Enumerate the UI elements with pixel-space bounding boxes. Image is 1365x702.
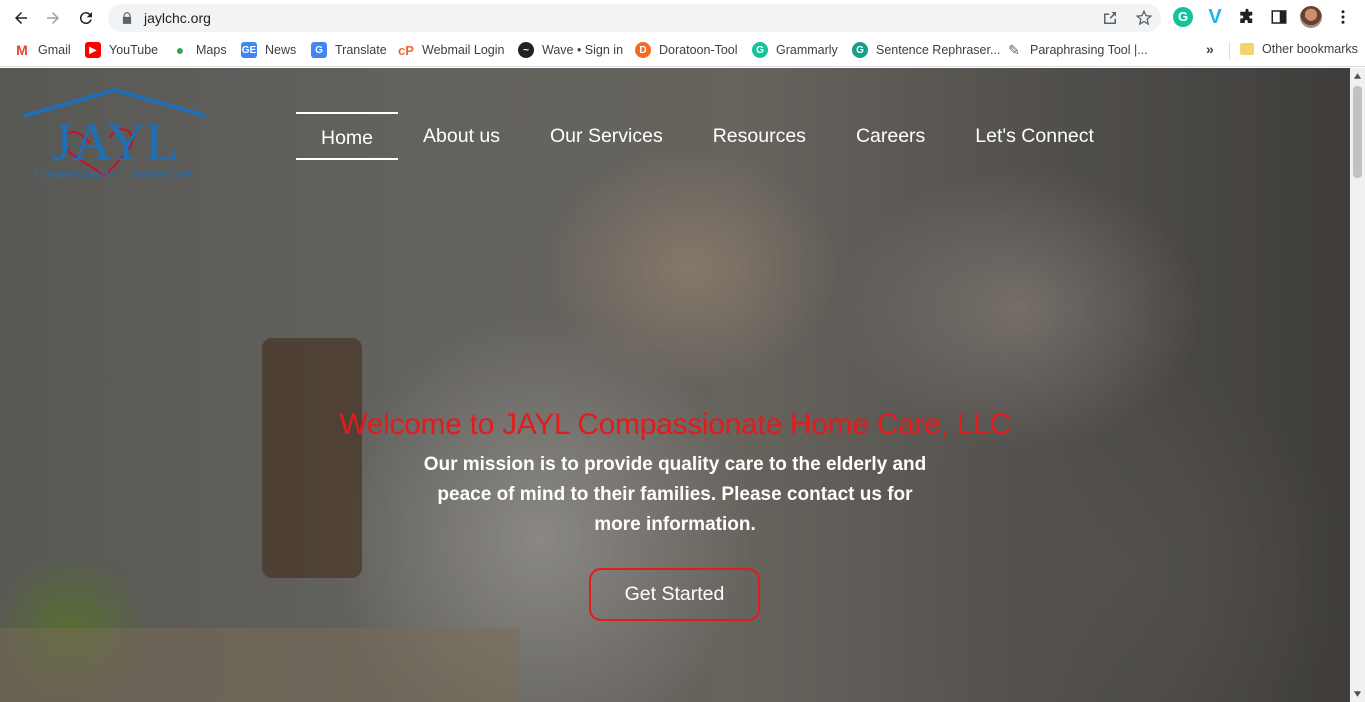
grammarly-extension-icon[interactable]: G: [1172, 6, 1194, 28]
nav-careers[interactable]: Careers: [831, 112, 950, 160]
other-bookmarks-label: Other bookmarks: [1262, 42, 1358, 56]
nav-our-services[interactable]: Our Services: [525, 112, 688, 160]
wave-icon: ~: [518, 42, 534, 58]
nav-lets-connect[interactable]: Let's Connect: [950, 112, 1119, 160]
lock-icon: [122, 12, 132, 24]
hero-content: Welcome to JAYL Compassionate Home Care,…: [0, 408, 1350, 540]
bookmark-label: Paraphrasing Tool |...: [1030, 43, 1148, 57]
bookmark-label: Maps: [196, 43, 227, 57]
bookmark-label: Sentence Rephraser...: [876, 43, 1001, 57]
page-scrollbar[interactable]: [1350, 68, 1365, 702]
bookmark-label: Grammarly: [776, 43, 838, 57]
logo-wordmark: JAYL: [51, 112, 178, 172]
bookmark-wave[interactable]: ~ Wave • Sign in: [518, 42, 623, 58]
bookmark-label: Webmail Login: [422, 43, 505, 57]
hero-section: JAYL Compassionate Home Care Home About …: [0, 68, 1350, 702]
bookmark-gmail[interactable]: M Gmail: [14, 42, 71, 58]
rephraser-icon: G: [852, 42, 868, 58]
more-bookmarks-button[interactable]: »: [1206, 41, 1214, 57]
bookmark-star-icon[interactable]: [1135, 9, 1153, 27]
profile-avatar[interactable]: [1300, 6, 1322, 28]
bookmark-maps[interactable]: ● Maps: [172, 42, 227, 58]
webmail-icon: cP: [398, 42, 414, 58]
bookmark-label: YouTube: [109, 43, 159, 57]
bookmark-news[interactable]: GE News: [241, 42, 296, 58]
side-panel-icon[interactable]: [1268, 6, 1290, 28]
extensions-puzzle-icon[interactable]: [1236, 6, 1258, 28]
get-started-button[interactable]: Get Started: [589, 568, 760, 621]
nav-home[interactable]: Home: [296, 112, 399, 160]
bookmark-label: Translate: [335, 43, 387, 57]
back-button[interactable]: [6, 3, 36, 33]
doratoon-icon: D: [635, 42, 651, 58]
scroll-thumb[interactable]: [1353, 86, 1362, 178]
main-nav: Home About us Our Services Resources Car…: [296, 112, 1119, 160]
menu-kebab-icon[interactable]: [1332, 6, 1354, 28]
back-arrow-icon: [15, 12, 27, 24]
maps-icon: ●: [175, 42, 185, 58]
bookmark-label: Gmail: [38, 43, 71, 57]
bookmarks-divider: [1229, 42, 1230, 60]
bookmark-label: Doratoon-Tool: [659, 43, 738, 57]
bookmark-label: News: [265, 43, 297, 57]
youtube-icon: ▶: [85, 42, 101, 58]
bookmark-youtube[interactable]: ▶ YouTube: [85, 42, 158, 58]
forward-button[interactable]: [38, 3, 68, 33]
scroll-up-icon[interactable]: [1353, 72, 1362, 80]
grammarly-icon: G: [752, 42, 768, 58]
hero-title: Welcome to JAYL Compassionate Home Care,…: [339, 408, 1011, 441]
browser-toolbar: jaylchc.org G V: [0, 0, 1365, 36]
bookmark-label: Wave • Sign in: [542, 43, 624, 57]
bookmark-rephraser[interactable]: G Sentence Rephraser...: [852, 42, 1000, 58]
forward-arrow-icon: [47, 12, 59, 24]
nav-about-us[interactable]: About us: [398, 112, 525, 160]
nav-resources[interactable]: Resources: [688, 112, 831, 160]
logo-tagline-left: Compassionate: [34, 166, 114, 181]
site-logo[interactable]: JAYL Compassionate Home Care: [20, 88, 210, 183]
vimeo-extension-icon[interactable]: V: [1204, 6, 1226, 28]
reload-icon: [79, 12, 92, 25]
bookmark-grammarly[interactable]: G Grammarly: [752, 42, 838, 58]
bookmarks-bar: M Gmail ▶ YouTube ● Maps GE News G Trans…: [0, 36, 1365, 67]
translate-icon: G: [311, 42, 327, 58]
url-text: jaylchc.org: [144, 10, 211, 26]
background-photo-table: [0, 628, 520, 702]
address-bar[interactable]: jaylchc.org: [108, 4, 1161, 32]
news-icon: GE: [241, 42, 257, 58]
logo-tagline-right: Home Care: [132, 166, 192, 181]
paraphrasing-icon: ✎: [1008, 41, 1020, 58]
share-icon[interactable]: [1101, 9, 1119, 27]
scroll-down-icon[interactable]: [1353, 690, 1362, 698]
bookmark-paraphrasing[interactable]: ✎ Paraphrasing Tool |...: [1006, 42, 1148, 58]
reload-button[interactable]: [71, 3, 101, 33]
other-bookmarks-folder[interactable]: Other bookmarks: [1240, 42, 1358, 56]
gmail-icon: M: [16, 42, 28, 58]
folder-icon: [1240, 43, 1254, 55]
bookmark-translate[interactable]: G Translate: [311, 42, 387, 58]
bookmark-webmail[interactable]: cP Webmail Login: [398, 42, 504, 58]
bookmark-doratoon[interactable]: D Doratoon-Tool: [635, 42, 738, 58]
hero-mission-text: Our mission is to provide quality care t…: [423, 454, 927, 535]
